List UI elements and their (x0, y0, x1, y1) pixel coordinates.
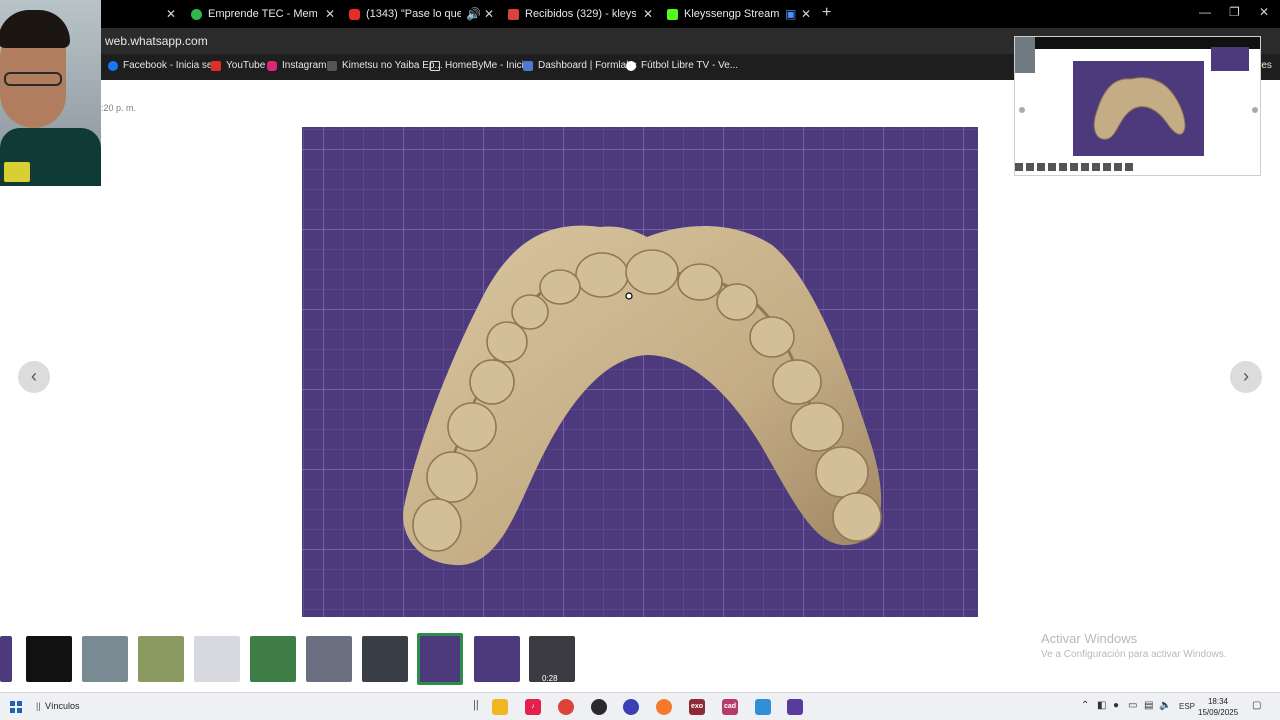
dental-arch-model (403, 225, 882, 566)
watermark-subtitle: Ve a Configuración para activar Windows. (1041, 649, 1227, 660)
language-indicator[interactable]: ESP (1179, 702, 1195, 711)
image-viewer (302, 127, 978, 617)
tab-title: Emprende TEC - Memory Kings (208, 8, 317, 20)
bookmark-formlabs[interactable]: Dashboard | Formlabs (523, 60, 637, 71)
exocad-icon[interactable]: exo (689, 699, 705, 715)
tiktok-icon[interactable]: ♪ (525, 699, 541, 715)
windows-start-icon[interactable] (10, 701, 22, 713)
tab-title: Kleyssengp Stream - Kick D (684, 8, 781, 20)
browser-tab-strip: ✕ Emprende TEC - Memory Kings ✕ (1343) "… (0, 0, 1280, 28)
media-thumbnail[interactable] (362, 636, 408, 682)
previous-image-button[interactable]: ‹ (18, 361, 50, 393)
gmail-icon (508, 8, 519, 20)
bookmark-youtube[interactable]: YouTube (211, 60, 265, 71)
clock-date: 15/09/2025 (1198, 708, 1239, 717)
bookmark-homebyme[interactable]: HomeByMe - Inicio (430, 60, 529, 71)
app3-icon[interactable] (787, 699, 803, 715)
youtube-icon (211, 60, 221, 71)
youtube-icon (349, 8, 360, 20)
restore-icon[interactable]: ❐ (1229, 5, 1240, 19)
clock-time: 18:34 (1207, 697, 1229, 706)
bookmark-label: Fútbol Libre TV - Ve... (641, 60, 739, 71)
tab-title: (1343) "Pase lo que Pase" - (366, 8, 461, 20)
tab-close-icon[interactable]: ✕ (166, 7, 176, 21)
bookmark-instagram[interactable]: Instagram (267, 60, 326, 71)
stream-preview-thumbnail (1014, 36, 1261, 176)
file-explorer-icon[interactable] (492, 699, 508, 715)
soccer-icon (626, 60, 636, 71)
home-icon (430, 60, 440, 71)
facebook-icon (108, 60, 118, 71)
notifications-icon[interactable]: ▢ (1252, 700, 1261, 711)
tab-close-icon[interactable]: ✕ (484, 7, 494, 21)
instagram-icon (267, 60, 277, 71)
tab-emprende-tec[interactable]: Emprende TEC - Memory Kings (191, 3, 317, 25)
media-thumbnail[interactable] (250, 636, 296, 682)
obs-icon[interactable] (591, 699, 607, 715)
toolbar-grip: || (473, 699, 479, 711)
tab-youtube-music[interactable]: (1343) "Pase lo que Pase" - (349, 3, 461, 25)
tab-close-icon[interactable]: ✕ (325, 7, 335, 21)
video-duration: 0:28 (542, 674, 558, 683)
tec-icon (191, 8, 202, 20)
kimetsu-icon (327, 60, 337, 71)
bookmark-label: Dashboard | Formlabs (538, 60, 637, 71)
bookmark-label: HomeByMe - Inicio (445, 60, 530, 71)
bookmark-label: Kimetsu no Yaiba Ep... (342, 60, 443, 71)
tab-close-icon[interactable]: ✕ (643, 7, 653, 21)
media-thumbnail[interactable] (474, 636, 520, 682)
media-thumbnail[interactable] (138, 636, 184, 682)
cad-icon[interactable]: cad (722, 699, 738, 715)
media-thumbnail[interactable] (306, 636, 352, 682)
speaker-icon[interactable]: 🔊 (466, 7, 481, 21)
media-thumbnail[interactable] (0, 636, 12, 682)
cursor-icon (625, 292, 633, 300)
minimize-icon[interactable]: — (1199, 5, 1211, 19)
network-icon[interactable]: ▤ (1144, 700, 1153, 711)
app2-icon[interactable] (755, 699, 771, 715)
formlabs-icon (523, 60, 533, 71)
camera-icon[interactable]: ◧ (1097, 700, 1106, 711)
blender-icon[interactable] (656, 699, 672, 715)
bookmark-label: Facebook - Inicia se... (123, 60, 221, 71)
tab-kick-stream[interactable]: Kleyssengp Stream - Kick D (667, 3, 781, 25)
media-thumbnail[interactable] (82, 636, 128, 682)
new-tab-button[interactable]: + (822, 4, 831, 22)
tab-title: Recibidos (329) - kleyssengallar (525, 8, 636, 20)
tab-close-icon[interactable]: ✕ (801, 7, 811, 21)
close-window-icon[interactable]: ✕ (1259, 5, 1269, 19)
bookmark-futbol-libre[interactable]: Fútbol Libre TV - Ve... (626, 60, 738, 71)
bookmark-facebook[interactable]: Facebook - Inicia se... (108, 60, 221, 71)
app-icon[interactable] (623, 699, 639, 715)
bookmark-label: YouTube (226, 60, 266, 71)
message-timestamp: :20 p. m. (101, 103, 137, 113)
activate-windows-watermark: Activar Windows Ve a Configuración para … (1041, 631, 1227, 660)
media-thumbnail-strip (0, 633, 600, 685)
bookmark-label: Instagram (282, 60, 327, 71)
device-icon[interactable]: ▭ (1128, 700, 1137, 711)
webcam-overlay (0, 0, 101, 186)
kick-icon (667, 8, 678, 20)
shirt-logo (4, 162, 30, 182)
windows-taskbar: || Vínculos || ♪ exo cad ⌃ ◧ ● ▭ ▤ 🔈 ESP… (0, 692, 1280, 720)
clock[interactable]: 18:34 15/09/2025 (1198, 696, 1238, 718)
toolbar-grip: || (36, 701, 41, 711)
watermark-title: Activar Windows (1041, 631, 1138, 646)
chrome-icon[interactable] (558, 699, 574, 715)
url-text[interactable]: web.whatsapp.com (105, 34, 208, 48)
media-thumbnail[interactable] (26, 636, 72, 682)
tab-gmail[interactable]: Recibidos (329) - kleyssengallar (508, 3, 636, 25)
bookmark-kimetsu[interactable]: Kimetsu no Yaiba Ep... (327, 60, 443, 71)
media-thumbnail[interactable] (194, 636, 240, 682)
volume-icon[interactable]: 🔈 (1159, 700, 1171, 711)
cast-icon[interactable]: ▣ (785, 7, 796, 21)
links-toolbar-label[interactable]: Vínculos (45, 701, 80, 711)
media-thumbnail-selected[interactable] (417, 633, 463, 685)
microphone-icon[interactable]: ● (1113, 700, 1119, 711)
chevron-up-icon[interactable]: ⌃ (1081, 700, 1089, 711)
next-image-button[interactable]: › (1230, 361, 1262, 393)
